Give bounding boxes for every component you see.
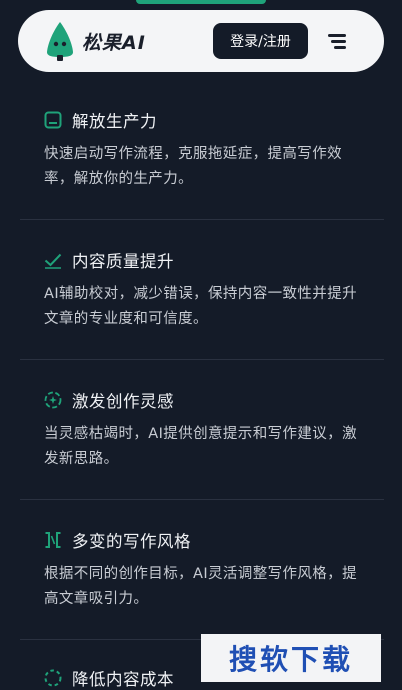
brand-name[interactable]: 松果AI <box>82 28 146 55</box>
top-accent-bar <box>136 0 266 4</box>
pine-tree-logo-icon[interactable] <box>44 20 76 62</box>
dashed-circle-icon <box>44 669 62 687</box>
header-navbar: 松果AI 登录/注册 <box>18 10 384 72</box>
feature-item: 内容质量提升 AI辅助校对，减少错误，保持内容一致性并提升文章的专业度和可信度。 <box>20 248 384 332</box>
divider <box>20 219 384 220</box>
feature-title: 内容质量提升 <box>72 252 174 271</box>
watermark-text: 搜软下载 <box>228 643 353 676</box>
window-icon <box>44 111 62 129</box>
check-icon <box>44 253 62 269</box>
feature-title: 降低内容成本 <box>72 670 174 689</box>
feature-description: 当灵感枯竭时，AI提供创意提示和写作建议，激发新思路。 <box>44 426 357 467</box>
feature-item: 多变的写作风格 根据不同的创作目标，AI灵活调整写作风格，提高文章吸引力。 <box>20 528 384 612</box>
style-brackets-icon <box>45 532 61 548</box>
feature-description: 根据不同的创作目标，AI灵活调整写作风格，提高文章吸引力。 <box>44 566 357 607</box>
divider <box>20 359 384 360</box>
divider <box>20 499 384 500</box>
feature-item: 激发创作灵感 当灵感枯竭时，AI提供创意提示和写作建议，激发新思路。 <box>20 388 384 472</box>
feature-item: 解放生产力 快速启动写作流程，克服拖延症，提高写作效率，解放你的生产力。 <box>20 108 384 192</box>
hamburger-menu-icon[interactable] <box>328 30 350 52</box>
feature-description: 快速启动写作流程，克服拖延症，提高写作效率，解放你的生产力。 <box>44 146 342 187</box>
login-register-button[interactable]: 登录/注册 <box>213 23 308 59</box>
feature-description: AI辅助校对，减少错误，保持内容一致性并提升文章的专业度和可信度。 <box>44 286 357 327</box>
feature-title: 多变的写作风格 <box>72 532 191 551</box>
feature-title: 激发创作灵感 <box>72 392 174 411</box>
sparkle-target-icon <box>44 391 62 409</box>
feature-title: 解放生产力 <box>72 112 157 131</box>
watermark-logo: 搜软下载 <box>201 634 381 682</box>
